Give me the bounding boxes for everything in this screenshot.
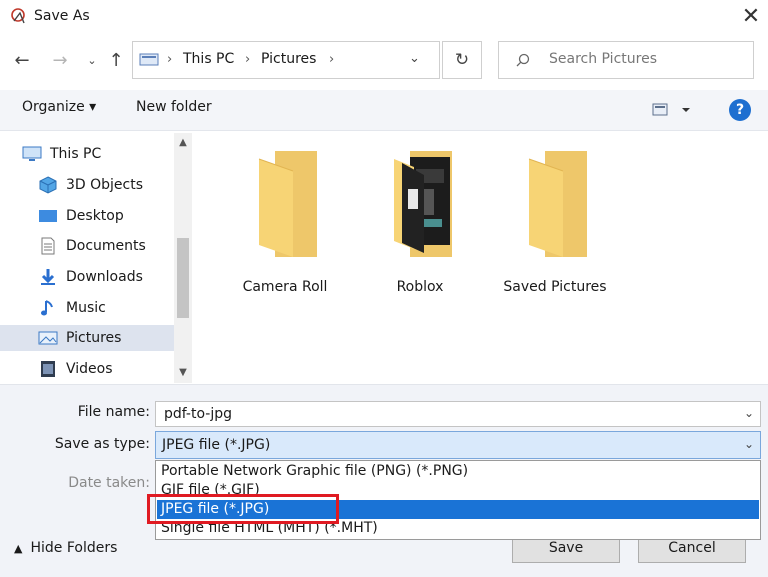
breadcrumb-separator: › — [329, 52, 335, 67]
sidebar-item-downloads[interactable]: Downloads — [22, 264, 174, 290]
computer-icon — [139, 53, 159, 66]
computer-icon — [22, 146, 42, 161]
title-bar: Save As ✕ — [0, 0, 768, 34]
breadcrumb-pictures[interactable]: Pictures — [261, 51, 316, 67]
folder-label: Saved Pictures — [503, 279, 607, 295]
new-folder-button[interactable]: New folder — [136, 99, 212, 115]
hide-folders-label: Hide Folders — [30, 540, 118, 556]
sidebar-item-music[interactable]: Music — [22, 295, 174, 321]
download-icon — [41, 269, 55, 285]
search-input[interactable]: Search Pictures — [498, 41, 754, 79]
sidebar-item-desktop[interactable]: Desktop — [22, 203, 174, 229]
arrow-left-icon[interactable]: ← — [10, 47, 34, 73]
breadcrumb-this-pc[interactable]: This PC — [183, 51, 234, 67]
save-as-type-label: Save as type: — [54, 436, 150, 452]
search-placeholder: Search Pictures — [549, 51, 657, 67]
window-title: Save As — [34, 8, 90, 24]
sidebar-item-label: Documents — [66, 238, 146, 254]
close-icon[interactable]: ✕ — [736, 2, 766, 30]
sidebar-item-label: Music — [66, 300, 106, 316]
arrow-right-icon[interactable]: → — [48, 47, 72, 73]
view-options-icon[interactable] — [652, 101, 692, 119]
address-bar[interactable]: › This PC › Pictures › ⌄ — [132, 41, 440, 79]
film-icon — [41, 361, 55, 377]
breadcrumb-separator: › — [167, 52, 173, 67]
folder-item[interactable]: Camera Roll — [230, 149, 340, 299]
sidebar-item-pictures[interactable]: Pictures — [0, 325, 174, 351]
music-note-icon — [41, 300, 53, 316]
chevron-up-icon: ▲ — [14, 542, 23, 555]
app-icon — [11, 8, 25, 24]
sidebar-scrollbar[interactable]: ▲ ▼ — [174, 133, 192, 383]
save-as-type-value: JPEG file (*.JPG) — [162, 437, 271, 453]
sidebar-item-videos[interactable]: Videos — [22, 356, 174, 382]
file-name-label: File name: — [77, 404, 150, 420]
navigation-pane: This PC 3D Objects Desktop Documents Dow… — [0, 131, 194, 383]
pictures-icon — [38, 331, 58, 345]
help-icon[interactable]: ? — [729, 99, 751, 121]
sidebar-item-this-pc[interactable]: This PC — [6, 141, 158, 167]
sidebar-item-label: Desktop — [66, 208, 124, 224]
folder-icon — [258, 151, 317, 257]
toolbar: Organize ▾ New folder ? — [0, 90, 768, 131]
folder-label: Camera Roll — [242, 279, 328, 295]
sidebar-item-label: This PC — [50, 146, 102, 162]
file-list: Camera Roll Roblox Saved Pictures — [195, 131, 768, 383]
sidebar-item-label: Downloads — [66, 269, 143, 285]
scroll-down-icon[interactable]: ▼ — [174, 363, 192, 381]
sidebar-item-label: Videos — [66, 361, 113, 377]
folder-with-images-icon — [394, 151, 452, 257]
chevron-down-icon[interactable]: ⌄ — [744, 437, 754, 451]
cube-icon — [39, 176, 57, 194]
folder-label: Roblox — [396, 279, 444, 295]
hide-folders-button[interactable]: ▲ Hide Folders — [14, 540, 117, 556]
desktop-icon — [39, 210, 57, 222]
file-name-field[interactable]: pdf-to-jpg ⌄ — [155, 401, 761, 427]
scroll-up-icon[interactable]: ▲ — [174, 133, 192, 151]
refresh-icon[interactable]: ↻ — [442, 41, 482, 79]
arrow-up-icon[interactable]: ↑ — [104, 47, 128, 73]
highlight-annotation — [147, 494, 339, 524]
address-dropdown-icon[interactable]: ⌄ — [409, 51, 420, 66]
folder-item[interactable]: Roblox — [365, 149, 475, 299]
document-icon — [41, 237, 55, 255]
search-icon — [516, 53, 530, 67]
organize-button[interactable]: Organize ▾ — [22, 99, 96, 115]
save-as-type-select[interactable]: JPEG file (*.JPG) ⌄ — [155, 431, 761, 459]
file-name-value: pdf-to-jpg — [164, 406, 233, 422]
scroll-thumb[interactable] — [177, 238, 189, 318]
folder-item[interactable]: Saved Pictures — [500, 149, 610, 299]
breadcrumb-separator: › — [245, 52, 251, 67]
date-taken-label: Date taken: — [68, 475, 150, 491]
folder-icon — [528, 151, 587, 257]
sidebar-item-3d-objects[interactable]: 3D Objects — [22, 172, 174, 198]
sidebar-item-label: 3D Objects — [66, 177, 144, 193]
sidebar-item-documents[interactable]: Documents — [22, 233, 174, 259]
chevron-down-icon[interactable]: ⌄ — [80, 47, 104, 73]
chevron-down-icon[interactable]: ⌄ — [744, 406, 754, 420]
type-option[interactable]: Portable Network Graphic file (PNG) (*.P… — [157, 462, 759, 481]
sidebar-item-label: Pictures — [66, 330, 122, 346]
